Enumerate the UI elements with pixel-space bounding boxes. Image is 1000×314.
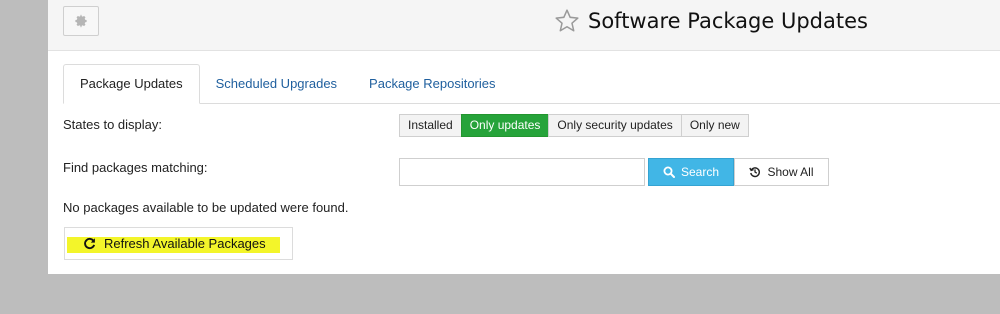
history-icon	[749, 166, 761, 178]
title-area: Software Package Updates	[554, 6, 868, 36]
package-search-input[interactable]	[399, 158, 645, 186]
search-button-label: Search	[680, 165, 720, 179]
gear-icon	[74, 14, 88, 28]
states-label: States to display:	[63, 117, 162, 132]
star-outline-icon[interactable]	[554, 8, 580, 34]
tab-bar: Package Updates Scheduled Upgrades Packa…	[63, 64, 1000, 104]
state-only-security-updates-button[interactable]: Only security updates	[548, 114, 682, 137]
refresh-button-content: Refresh Available Packages	[83, 228, 266, 259]
tab-scheduled-upgrades[interactable]: Scheduled Upgrades	[200, 64, 353, 104]
no-packages-message: No packages available to be updated were…	[63, 200, 349, 215]
settings-button[interactable]	[63, 6, 99, 36]
states-button-group: Installed Only updates Only security upd…	[399, 114, 749, 137]
page-title: Software Package Updates	[588, 9, 868, 33]
search-icon	[663, 166, 675, 178]
refresh-icon	[83, 237, 96, 250]
tab-package-updates[interactable]: Package Updates	[63, 64, 200, 104]
state-installed-button[interactable]: Installed	[399, 114, 462, 137]
refresh-packages-button[interactable]: Refresh Available Packages	[64, 227, 293, 260]
tab-package-repositories[interactable]: Package Repositories	[353, 64, 511, 104]
show-all-button[interactable]: Show All	[734, 158, 829, 186]
refresh-button-label: Refresh Available Packages	[104, 236, 266, 251]
search-button[interactable]: Search	[648, 158, 734, 186]
show-all-label: Show All	[767, 165, 814, 179]
find-label: Find packages matching:	[63, 160, 208, 175]
page-header: Software Package Updates	[48, 0, 1000, 51]
state-only-new-button[interactable]: Only new	[680, 114, 749, 137]
state-only-updates-button[interactable]: Only updates	[460, 114, 550, 137]
main-panel: Software Package Updates Package Updates…	[48, 0, 1000, 274]
